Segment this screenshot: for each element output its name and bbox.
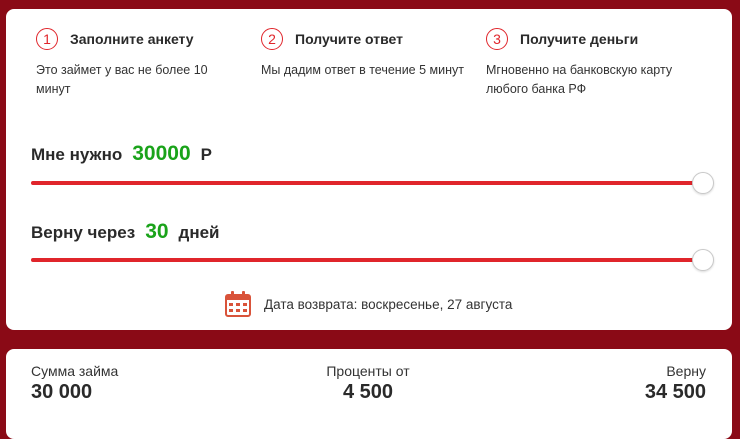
term-value: 30 (145, 220, 169, 243)
calendar-icon (224, 290, 252, 318)
loan-summary-card: Сумма займа 30 000 Проценты от 4 500 Вер… (6, 349, 732, 439)
step-3-title: Получите деньги (520, 31, 639, 47)
amount-unit: Р (200, 145, 212, 164)
step-1-title: Заполните анкету (70, 31, 194, 47)
step-2-number: 2 (261, 28, 283, 50)
step-1-number: 1 (36, 28, 58, 50)
step-3-description: Мгновенно на банковскую карту любого бан… (486, 63, 673, 96)
repay-label: Верну (666, 363, 706, 379)
step-3-number: 3 (486, 28, 508, 50)
step-2-title: Получите ответ (295, 31, 403, 47)
amount-value: 30000 (132, 142, 191, 165)
interest-value: 4 500 (342, 381, 394, 403)
amount-label: Мне нужно 30000 Р (31, 142, 212, 166)
step-2-description: Мы дадим ответ в течение 5 минут (261, 63, 464, 77)
interest-block: Проценты от 4 500 (268, 363, 468, 405)
term-unit: дней (178, 223, 220, 242)
step-1: 1 Заполните анкету Это займет у вас не б… (36, 26, 256, 99)
loan-calculator-card: 1 Заполните анкету Это займет у вас не б… (6, 9, 732, 330)
loan-amount-label: Сумма займа (31, 363, 119, 379)
loan-amount-value: 30 000 (31, 381, 93, 403)
return-date-text: Дата возврата: воскресенье, 27 августа (264, 296, 513, 312)
amount-label-text: Мне нужно (31, 145, 123, 164)
step-3: 3 Получите деньги Мгновенно на банковску… (486, 26, 706, 99)
term-label-text: Верну через (31, 223, 136, 242)
amount-slider-thumb[interactable] (692, 172, 714, 194)
amount-slider-track[interactable] (31, 181, 703, 185)
loan-amount-block: Сумма займа 30 000 (31, 363, 118, 405)
term-slider-track[interactable] (31, 258, 703, 262)
repay-block: Верну 34 500 (645, 363, 706, 405)
interest-label: Проценты от (326, 363, 410, 379)
term-label: Верну через 30 дней (31, 220, 220, 244)
step-2: 2 Получите ответ Мы дадим ответ в течени… (261, 26, 481, 80)
return-date-row: Дата возврата: воскресенье, 27 августа (224, 290, 512, 318)
repay-value: 34 500 (644, 381, 706, 403)
step-1-description: Это займет у вас не более 10 минут (36, 63, 208, 96)
term-slider-thumb[interactable] (692, 249, 714, 271)
